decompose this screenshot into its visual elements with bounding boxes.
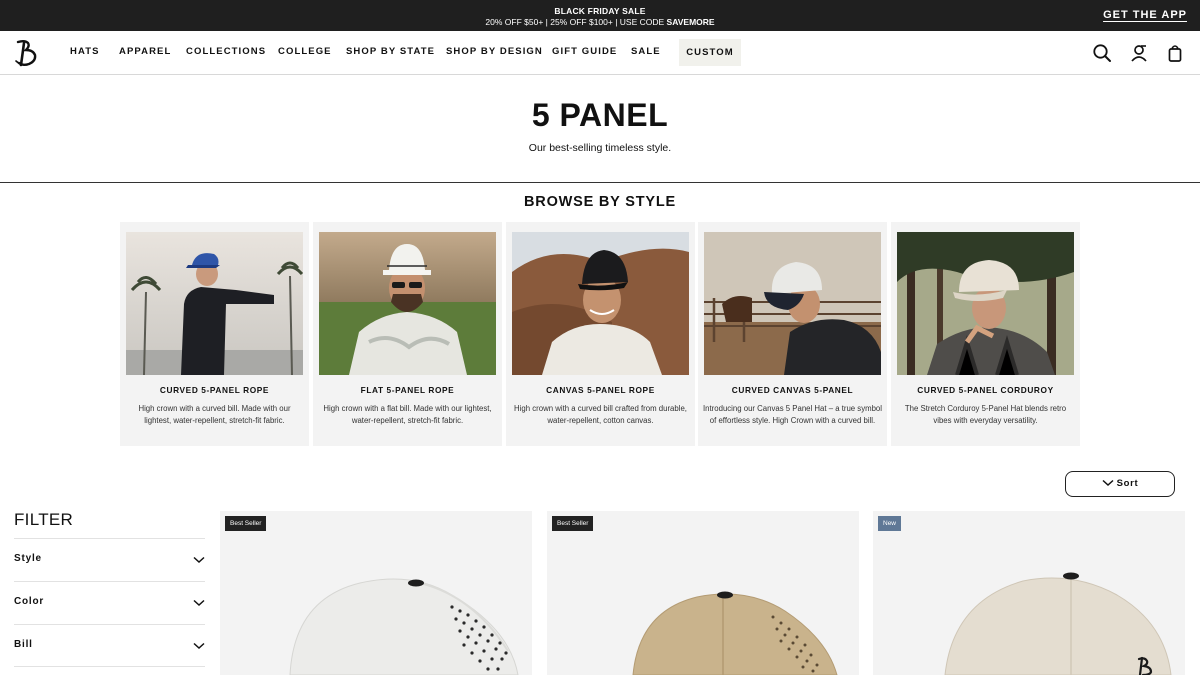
product-hat-image: [632, 591, 838, 675]
style-card-desc: The Stretch Corduroy 5-Panel Hat blends …: [904, 404, 1067, 425]
product-badge: New: [878, 516, 902, 531]
chevron-down-icon: [193, 599, 205, 607]
filter-color-toggle[interactable]: Color: [14, 582, 205, 624]
filter-divider: [14, 666, 205, 667]
promo-code: SAVEMORE: [666, 17, 715, 27]
chevron-down-icon: [193, 642, 205, 650]
product-badge: Best Seller: [552, 516, 594, 531]
style-card-canvas-5-panel-rope[interactable]: CANVAS 5-PANEL ROPE High crown with a cu…: [506, 222, 695, 446]
style-card-curved-5-panel-corduroy[interactable]: CURVED 5-PANEL CORDUROY The Stretch Cord…: [891, 222, 1080, 446]
nav-gift-guide[interactable]: GIFT GUIDE: [552, 46, 617, 57]
style-card-title: CANVAS 5-PANEL ROPE: [546, 385, 655, 395]
chevron-down-icon: [193, 556, 205, 564]
product-hat-image: [289, 578, 519, 675]
style-card-desc: High crown with a flat bill. Made with o…: [323, 404, 492, 425]
style-photo: [512, 232, 689, 375]
search-icon[interactable]: [1092, 43, 1112, 63]
style-card-curved-canvas-5-panel[interactable]: CURVED CANVAS 5-PANEL Introducing our Ca…: [698, 222, 887, 446]
product-card[interactable]: New: [873, 511, 1185, 675]
nav-college[interactable]: COLLEGE: [278, 46, 332, 57]
bag-icon[interactable]: [1165, 43, 1185, 63]
filter-style-toggle[interactable]: Style: [14, 539, 205, 581]
promo-bar: BLACK FRIDAY SALE 20% OFF $50+ | 25% OFF…: [0, 0, 1200, 31]
filter-bill-toggle[interactable]: Bill: [14, 625, 205, 667]
style-card-desc: High crown with a curved bill. Made with…: [138, 404, 291, 425]
filter-heading: FILTER: [14, 510, 74, 529]
style-card-title: CURVED 5-PANEL ROPE: [159, 385, 270, 395]
nav-collections[interactable]: COLLECTIONS: [186, 46, 266, 57]
style-card-title: CURVED CANVAS 5-PANEL: [731, 385, 854, 395]
nav-custom[interactable]: CUSTOM: [679, 39, 741, 66]
style-photo: [126, 232, 303, 375]
promo-offer: 20% OFF $50+ | 25% OFF $100+ | USE CODE …: [0, 17, 1200, 27]
collection-hero: 5 PANEL Our best-selling timeless style.: [0, 75, 1200, 183]
product-card[interactable]: Best Seller: [547, 511, 859, 675]
style-card-desc: High crown with a curved bill crafted fr…: [514, 404, 687, 425]
product-hat-image: [944, 572, 1172, 675]
nav-shop-by-state[interactable]: SHOP BY STATE: [346, 46, 435, 57]
promo-title: BLACK FRIDAY SALE: [554, 6, 646, 16]
product-badge: Best Seller: [225, 516, 267, 531]
nav-hats[interactable]: HATS: [70, 46, 100, 57]
main-nav: HATS APPAREL COLLECTIONS COLLEGE SHOP BY…: [0, 31, 1200, 75]
style-card-title: CURVED 5-PANEL CORDUROY: [917, 385, 1054, 395]
browse-by-style-heading: BROWSE BY STYLE: [524, 194, 676, 210]
promo-offer-text: 20% OFF $50+ | 25% OFF $100+ | USE CODE: [485, 17, 665, 27]
sort-button[interactable]: Sort: [1065, 471, 1175, 497]
style-card-curved-5-panel-rope[interactable]: CURVED 5-PANEL ROPE High crown with a cu…: [120, 222, 309, 446]
style-card-flat-5-panel-rope[interactable]: FLAT 5-PANEL ROPE High crown with a flat…: [313, 222, 502, 446]
sort-label: Sort: [1116, 478, 1139, 489]
style-card-title: FLAT 5-PANEL ROPE: [360, 385, 455, 395]
get-the-app-link[interactable]: GET THE APP: [1103, 9, 1187, 21]
nav-apparel[interactable]: APPAREL: [119, 46, 171, 57]
filter-bill-label: Bill: [14, 639, 33, 650]
product-card[interactable]: Best Seller: [220, 511, 532, 675]
nav-shop-by-design[interactable]: SHOP BY DESIGN: [446, 46, 543, 57]
page-title: 5 PANEL: [531, 97, 669, 133]
style-photo: [704, 232, 881, 375]
nav-sale[interactable]: SALE: [631, 46, 661, 57]
style-photo: [897, 232, 1074, 375]
filter-style-label: Style: [14, 553, 42, 564]
style-photo: [319, 232, 496, 375]
style-card-desc: Introducing our Canvas 5 Panel Hat – a t…: [703, 404, 882, 425]
chevron-down-icon: [1102, 480, 1114, 487]
filter-color-label: Color: [14, 596, 45, 607]
page-subtitle: Our best-selling timeless style.: [528, 142, 672, 154]
brand-b-logo-icon[interactable]: [14, 39, 40, 67]
account-icon[interactable]: [1129, 43, 1149, 63]
